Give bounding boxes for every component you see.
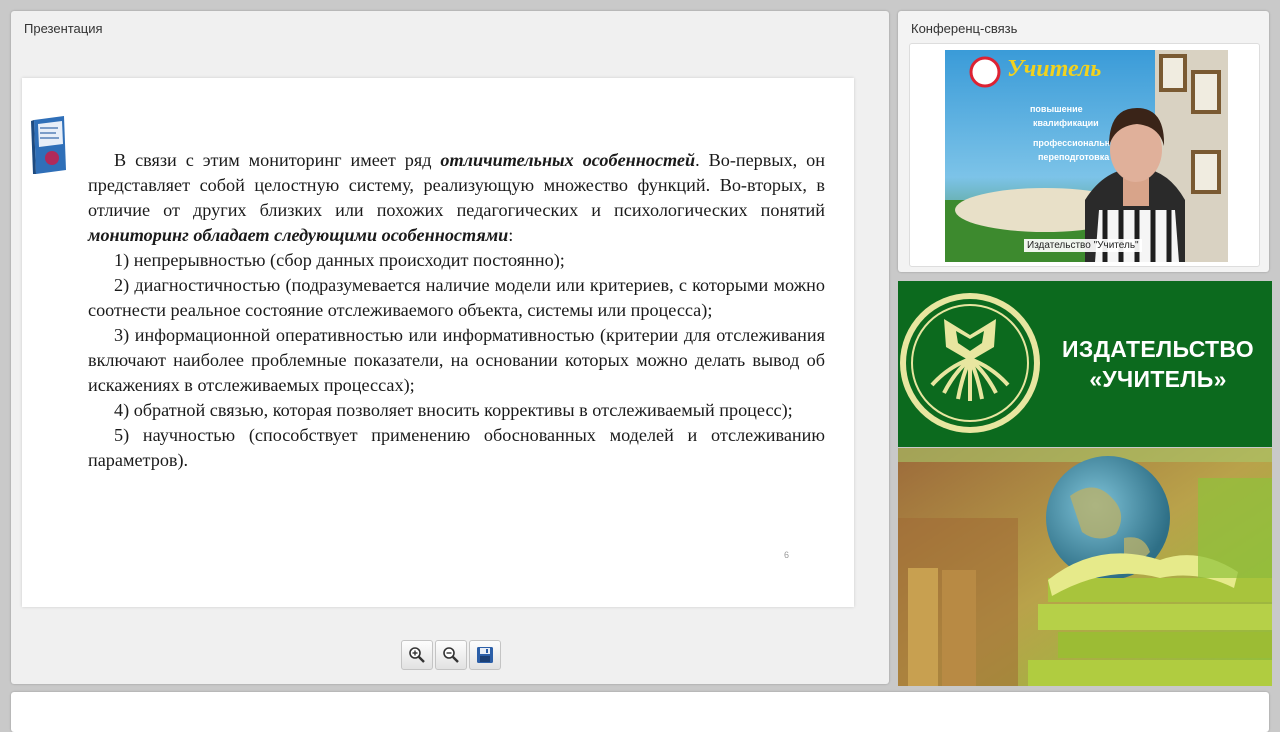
bottom-panel <box>11 692 1269 732</box>
webcam-scene: Учитель повышение квалификации профессио… <box>945 50 1228 262</box>
conference-panel-title: Конференц-связь <box>911 21 1018 36</box>
zoom-out-icon <box>443 647 459 663</box>
presentation-panel: Презентация В связи с этим мониторинг им… <box>11 11 889 684</box>
publisher-banner: ИЗДАТЕЛЬСТВО «УЧИТЕЛЬ» <box>898 281 1272 447</box>
sign-line: квалификации <box>1033 118 1099 128</box>
slide-toolbar <box>401 640 501 670</box>
books-globe-image <box>898 448 1272 686</box>
slide-page-number: 6 <box>784 550 790 560</box>
slide-emphasis: мониторинг обладает следующими особеннос… <box>88 225 509 245</box>
slide-paragraph-intro: В связи с этим мониторинг имеет ряд отли… <box>88 150 825 245</box>
publisher-name: ИЗДАТЕЛЬСТВО «УЧИТЕЛЬ» <box>1048 334 1268 394</box>
sign-brand: Учитель <box>1007 56 1101 82</box>
publisher-name-line: ИЗДАТЕЛЬСТВО <box>1062 336 1254 362</box>
publisher-name-line: «УЧИТЕЛЬ» <box>1089 366 1227 392</box>
save-button[interactable] <box>469 640 501 670</box>
books-globe-illustration <box>898 448 1272 686</box>
slide-list-item: 5) научностью (способствует применению о… <box>88 425 825 470</box>
presentation-slide: В связи с этим мониторинг имеет ряд отли… <box>22 78 854 607</box>
book-cover-icon <box>31 116 66 174</box>
sign-line: повышение <box>1030 104 1083 114</box>
presentation-panel-title: Презентация <box>24 21 103 36</box>
zoom-out-button[interactable] <box>435 640 467 670</box>
slide-list-item: 2) диагностичностью (подразумевается нал… <box>88 275 825 320</box>
conference-panel: Конференц-связь Учитель повышение квалиф… <box>898 11 1269 272</box>
video-frame: Учитель повышение квалификации профессио… <box>909 43 1260 267</box>
sign-line: переподготовка <box>1038 152 1110 162</box>
save-icon <box>477 647 493 663</box>
video-caption: Издательство "Учитель" <box>1024 239 1142 252</box>
zoom-in-icon <box>409 647 425 663</box>
webcam-video[interactable]: Учитель повышение квалификации профессио… <box>945 50 1228 262</box>
zoom-in-button[interactable] <box>401 640 433 670</box>
sign-line: профессиональная <box>1033 138 1121 148</box>
slide-list-item: 3) информационной оперативностью или инф… <box>88 325 825 395</box>
slide-emphasis: отличительных особенностей <box>440 150 696 170</box>
slide-list-item: 1) непрерывностью (сбор данных происходи… <box>114 250 565 270</box>
slide-text: В связи с этим мониторинг имеет ряд отли… <box>88 148 825 473</box>
slide-list-item: 4) обратной связью, которая позволяет вн… <box>114 400 793 420</box>
